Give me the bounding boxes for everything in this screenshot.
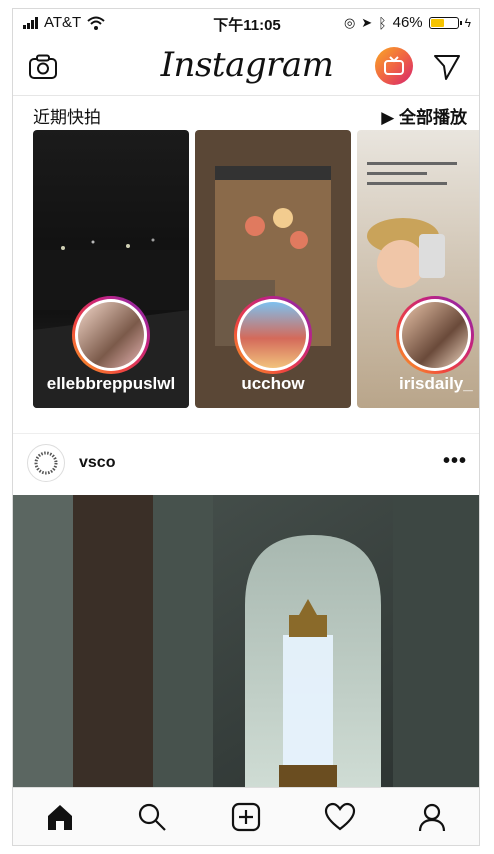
- search-icon[interactable]: [133, 798, 171, 836]
- add-icon[interactable]: [227, 798, 265, 836]
- post-header: vsco •••: [13, 433, 479, 496]
- heart-icon[interactable]: [321, 798, 359, 836]
- avatar: [78, 302, 144, 368]
- instagram-screen: AT&T 下午11:05 ◎ ➤ ᛒ 46% ϟ Instagram 近期快拍 …: [12, 8, 480, 846]
- bluetooth-icon: ᛒ: [378, 14, 387, 31]
- story-avatar-ring: [72, 296, 150, 374]
- stories-tray: ellebbreppuslwl ucchow irisdaily_: [33, 130, 479, 410]
- story-avatar-ring: [234, 296, 312, 374]
- igtv-icon[interactable]: [375, 47, 413, 85]
- bottom-tab-bar: [13, 787, 479, 845]
- story-username: ucchow: [241, 374, 305, 393]
- top-bar: Instagram: [13, 39, 479, 96]
- post-photo: [13, 495, 479, 787]
- charging-icon: ϟ: [464, 15, 471, 30]
- avatar[interactable]: [27, 444, 65, 482]
- post-username[interactable]: vsco: [79, 454, 115, 472]
- story-card[interactable]: ucchow: [195, 130, 351, 408]
- battery-percent: 46%: [392, 14, 423, 31]
- story-avatar-ring: [396, 296, 474, 374]
- more-options-button[interactable]: •••: [443, 450, 467, 473]
- status-bar: AT&T 下午11:05 ◎ ➤ ᛒ 46% ϟ: [13, 9, 479, 35]
- status-right: ◎ ➤ ᛒ 46% ϟ: [344, 14, 471, 31]
- story-username: irisdaily_: [399, 374, 473, 393]
- vsco-logo-icon: [34, 451, 58, 475]
- paper-plane-icon[interactable]: [431, 51, 463, 83]
- location-icon: ➤: [361, 14, 373, 30]
- stories-header: 近期快拍 ▶ 全部播放: [13, 97, 479, 129]
- watch-all-button[interactable]: ▶ 全部播放: [381, 103, 467, 128]
- avatar: [402, 302, 468, 368]
- home-icon[interactable]: [41, 798, 79, 836]
- story-username: ellebbreppuslwl: [46, 374, 176, 393]
- post-image[interactable]: [13, 495, 479, 787]
- battery-icon: [428, 16, 462, 29]
- avatar: [240, 302, 306, 368]
- story-card[interactable]: irisdaily_: [357, 130, 479, 408]
- lock-rotation-icon: ◎: [343, 14, 356, 30]
- story-card[interactable]: ellebbreppuslwl: [33, 130, 189, 408]
- profile-icon[interactable]: [413, 798, 451, 836]
- stories-title: 近期快拍: [33, 108, 101, 127]
